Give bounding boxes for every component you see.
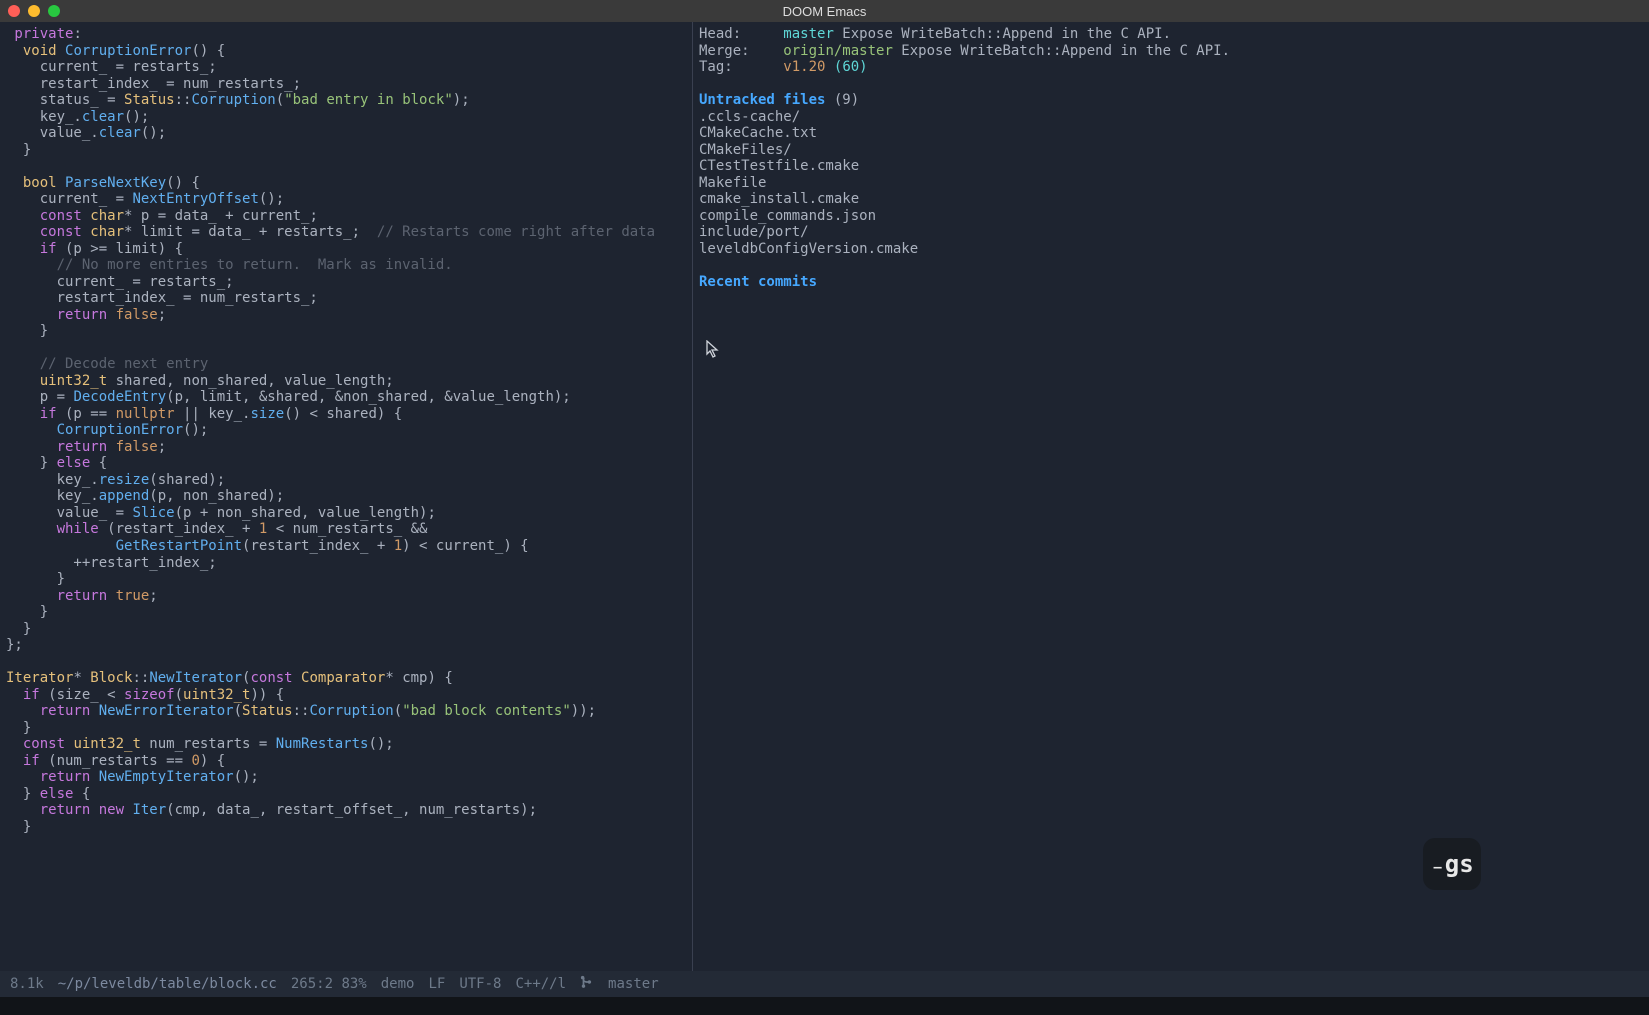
buffer-size: 8.1k xyxy=(10,976,44,992)
vcs-branch: master xyxy=(608,976,659,992)
buffer-path: ~/p/leveldb/table/block.cc xyxy=(58,976,277,992)
magit-status-buffer[interactable]: Head: master Expose WriteBatch::Append i… xyxy=(692,22,1649,971)
cursor-position: 265:2 83% xyxy=(291,976,367,992)
split-panes: private: void CorruptionError() { curren… xyxy=(0,22,1649,971)
minibuffer[interactable] xyxy=(0,997,1649,1015)
macos-titlebar: DOOM Emacs xyxy=(0,0,1649,22)
git-branch-icon xyxy=(580,975,594,993)
eol-indicator: LF xyxy=(428,976,445,992)
keycast-badge: ₋gs xyxy=(1423,838,1481,890)
window-title: DOOM Emacs xyxy=(0,4,1649,19)
major-mode: C++//l xyxy=(515,976,566,992)
modeline: 8.1k ~/p/leveldb/table/block.cc 265:2 83… xyxy=(0,971,1649,997)
emacs-window: DOOM Emacs private: void CorruptionError… xyxy=(0,0,1649,1015)
encoding-indicator: UTF-8 xyxy=(459,976,501,992)
mode-tag: demo xyxy=(381,976,415,992)
code-content: private: void CorruptionError() { curren… xyxy=(6,26,686,835)
magit-content: Head: master Expose WriteBatch::Append i… xyxy=(699,26,1643,290)
keycast-text: ₋gs xyxy=(1430,850,1473,878)
code-buffer[interactable]: private: void CorruptionError() { curren… xyxy=(0,22,692,971)
